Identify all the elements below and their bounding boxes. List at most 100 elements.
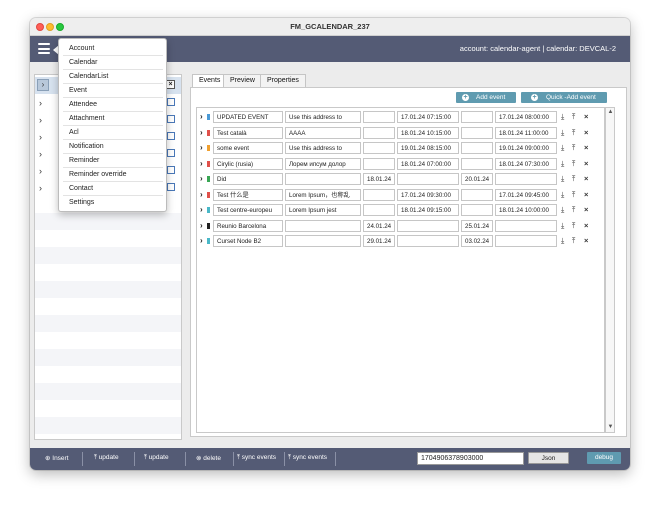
menu-item-notification[interactable]: Notification: [63, 140, 163, 154]
event-row[interactable]: › some event Use this address to 19.01.24 0…: [197, 141, 604, 156]
delete-icon[interactable]: ×: [584, 112, 588, 121]
upload-icon[interactable]: ⤒: [572, 159, 575, 169]
description-field[interactable]: Use this address to: [285, 111, 361, 123]
upload-icon[interactable]: ⤒: [572, 190, 575, 200]
chevron-right-icon[interactable]: ›: [39, 183, 42, 193]
start-date-field[interactable]: [363, 204, 395, 216]
chevron-right-icon[interactable]: ›: [39, 149, 42, 159]
update-button[interactable]: ⤒ update: [144, 454, 169, 462]
menu-item-settings[interactable]: Settings: [63, 196, 163, 210]
chevron-right-icon[interactable]: ›: [200, 143, 203, 152]
chevron-right-icon[interactable]: ›: [39, 132, 42, 142]
start-datetime-field[interactable]: 18.01.24 09:15:00: [397, 204, 459, 216]
menu-item-acl[interactable]: Acl: [63, 126, 163, 140]
description-field[interactable]: [285, 219, 361, 232]
summary-field[interactable]: Test català: [213, 126, 283, 139]
end-datetime-field[interactable]: 17.01.24 08:00:00: [495, 111, 557, 123]
event-row[interactable]: › UPDATED EVENT Use this address to 17.01.2…: [197, 110, 604, 125]
chevron-right-icon[interactable]: ›: [39, 98, 42, 108]
end-datetime-field[interactable]: 18.01.24 10:00:00: [495, 204, 557, 216]
event-row[interactable]: › Test català AAAA 18.01.24 10:15:00 18.01.2…: [197, 126, 604, 141]
json-button[interactable]: Json: [528, 452, 569, 464]
download-icon[interactable]: ⤓: [561, 128, 564, 138]
delete-icon[interactable]: ×: [584, 221, 588, 230]
end-datetime-field[interactable]: [495, 173, 557, 185]
start-date-field[interactable]: [363, 126, 395, 139]
event-row[interactable]: › Cirylic (rusia) Лорем ипсум долор 18.01.2…: [197, 157, 604, 172]
start-date-field[interactable]: [363, 188, 395, 201]
menu-item-reminder[interactable]: Reminder: [63, 154, 163, 168]
download-icon[interactable]: ⤓: [561, 221, 564, 231]
summary-field[interactable]: Test 什么是: [213, 188, 283, 201]
events-scrollbar[interactable]: ▲ ▼: [605, 107, 615, 433]
description-field[interactable]: [285, 173, 361, 185]
event-row[interactable]: › Curset Node B2 29.01.24 03.02.24 ⤓ ⤒ ×: [197, 234, 604, 249]
chevron-right-icon[interactable]: ›: [200, 174, 203, 183]
upload-icon[interactable]: ⤒: [572, 112, 575, 122]
start-datetime-field[interactable]: 17.01.24 07:15:00: [397, 111, 459, 123]
description-field[interactable]: AAAA: [285, 126, 361, 139]
debug-button[interactable]: debug: [587, 452, 621, 464]
chevron-right-icon[interactable]: ›: [39, 115, 42, 125]
download-icon[interactable]: ⤓: [561, 159, 564, 169]
chevron-right-icon[interactable]: ›: [200, 128, 203, 137]
event-row[interactable]: › Reunio Barcelona 24.01.24 25.01.24 ⤓ ⤒ ×: [197, 219, 604, 234]
description-field[interactable]: Lorem Ipsum jest: [285, 204, 361, 216]
chevron-right-icon[interactable]: ›: [200, 221, 203, 230]
start-date-field[interactable]: [363, 142, 395, 154]
start-datetime-field[interactable]: 18.01.24 10:15:00: [397, 126, 459, 139]
tab-preview[interactable]: Preview: [223, 74, 262, 87]
description-field[interactable]: Use this address to: [285, 142, 361, 154]
calendar-checkbox[interactable]: [167, 166, 175, 174]
summary-field[interactable]: Did: [213, 173, 283, 185]
start-date-field[interactable]: 18.01.24: [363, 173, 395, 185]
chevron-right-icon[interactable]: ›: [200, 205, 203, 214]
download-icon[interactable]: ⤓: [561, 190, 564, 200]
update-button[interactable]: ⤒ update: [94, 454, 119, 462]
scroll-up-icon[interactable]: ▲: [607, 109, 614, 116]
end-date-field[interactable]: [461, 142, 493, 154]
description-field[interactable]: [285, 235, 361, 247]
delete-icon[interactable]: ×: [584, 174, 588, 183]
download-icon[interactable]: ⤓: [561, 236, 564, 246]
event-row[interactable]: › Test 什么是 Lorem Ipsum，也称乱 17.01.24 09:30:0…: [197, 188, 604, 203]
download-icon[interactable]: ⤓: [561, 112, 564, 122]
summary-field[interactable]: Reunio Barcelona: [213, 219, 283, 232]
end-datetime-field[interactable]: [495, 235, 557, 247]
chevron-right-icon[interactable]: ›: [200, 159, 203, 168]
calendar-checkbox[interactable]: [167, 115, 175, 123]
delete-button[interactable]: ⊗ delete: [196, 454, 221, 462]
upload-icon[interactable]: ⤒: [572, 128, 575, 138]
upload-icon[interactable]: ⤒: [572, 236, 575, 246]
event-row[interactable]: › Test centre-europeu Lorem Ipsum jest 18.0…: [197, 203, 604, 218]
scroll-down-icon[interactable]: ▼: [607, 424, 614, 431]
end-datetime-field[interactable]: [495, 219, 557, 232]
tab-properties[interactable]: Properties: [260, 74, 306, 87]
menu-item-calendarlist[interactable]: CalendarList: [63, 70, 163, 84]
end-date-field[interactable]: 25.01.24: [461, 219, 493, 232]
hamburger-menu-icon[interactable]: [38, 43, 50, 54]
event-id-field[interactable]: 1704906378903000: [417, 452, 524, 465]
event-row[interactable]: › Did 18.01.24 20.01.24 ⤓ ⤒ ×: [197, 172, 604, 187]
description-field[interactable]: Lorem Ipsum，也称乱: [285, 188, 361, 201]
end-date-field[interactable]: [461, 204, 493, 216]
start-date-field[interactable]: [363, 111, 395, 123]
quick-add-event-button[interactable]: + Quick -Add event: [521, 92, 607, 103]
start-datetime-field[interactable]: 19.01.24 08:15:00: [397, 142, 459, 154]
start-datetime-field[interactable]: [397, 219, 459, 232]
delete-icon[interactable]: ×: [584, 159, 588, 168]
summary-field[interactable]: some event: [213, 142, 283, 154]
menu-item-account[interactable]: Account: [63, 42, 163, 56]
start-date-field[interactable]: 29.01.24: [363, 235, 395, 247]
menu-item-attendee[interactable]: Attendee: [63, 98, 163, 112]
end-datetime-field[interactable]: 19.01.24 09:00:00: [495, 142, 557, 154]
menu-item-calendar[interactable]: Calendar: [63, 56, 163, 70]
menu-item-attachment[interactable]: Attachment: [63, 112, 163, 126]
upload-icon[interactable]: ⤒: [572, 205, 575, 215]
summary-field[interactable]: Cirylic (rusia): [213, 157, 283, 170]
end-datetime-field[interactable]: 18.01.24 11:00:00: [495, 126, 557, 139]
end-datetime-field[interactable]: 17.01.24 09:45:00: [495, 188, 557, 201]
upload-icon[interactable]: ⤒: [572, 143, 575, 153]
upload-icon[interactable]: ⤒: [572, 221, 575, 231]
end-date-field[interactable]: [461, 111, 493, 123]
